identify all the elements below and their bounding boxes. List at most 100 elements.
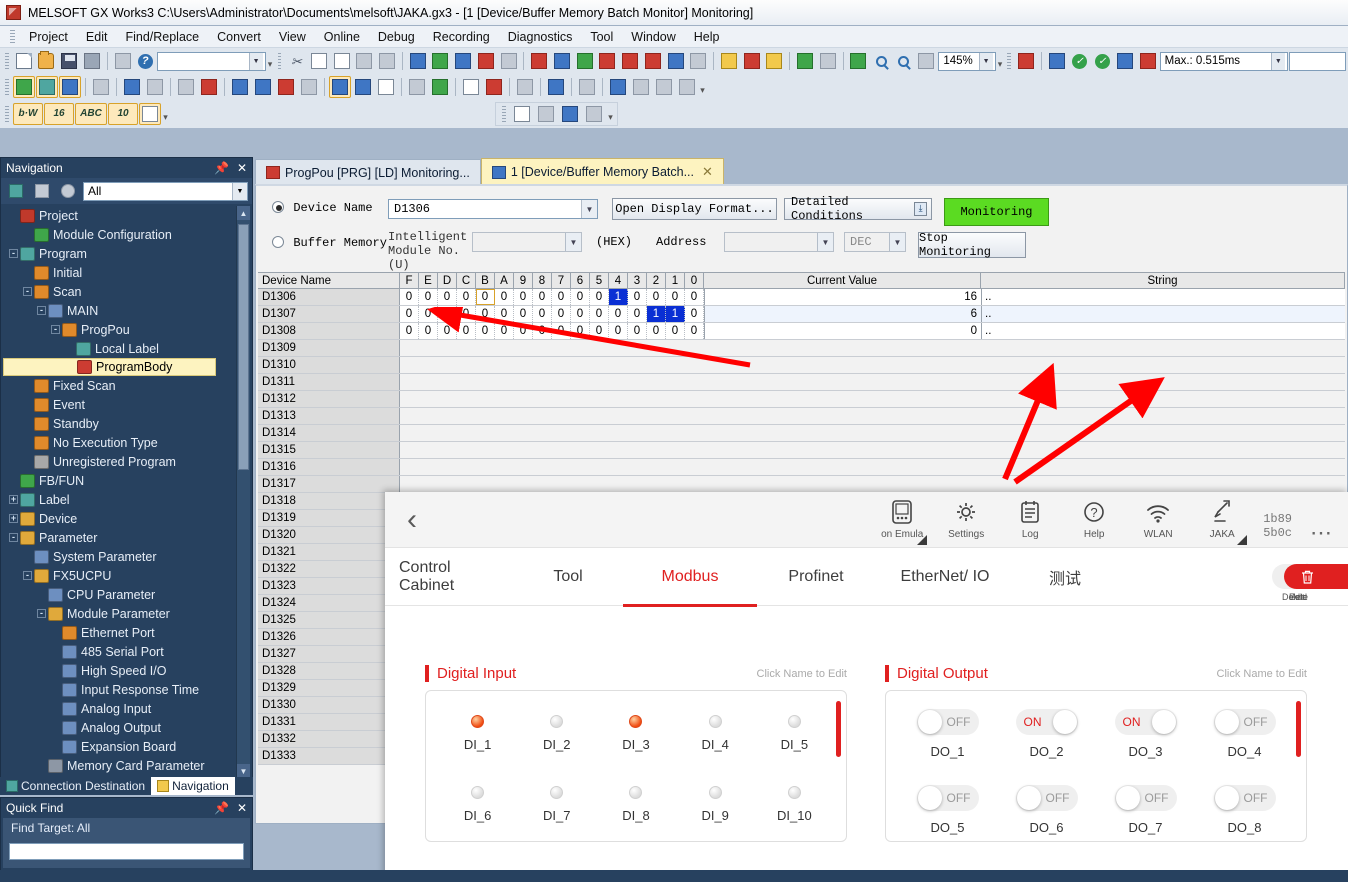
bit-cell[interactable]: 0 — [400, 289, 419, 305]
menu-help[interactable]: Help — [685, 28, 729, 46]
table-row[interactable]: D1306000000000001000016.. — [258, 289, 1345, 306]
digital-input-label[interactable]: DI_2 — [543, 737, 570, 752]
output-toggle[interactable]: OFF — [1214, 709, 1276, 735]
bit-cell[interactable]: 0 — [552, 289, 571, 305]
digital-input-label[interactable]: DI_6 — [464, 808, 491, 823]
bit-cell[interactable]: 0 — [438, 323, 457, 339]
bit-cell[interactable]: 0 — [647, 323, 666, 339]
row-bits[interactable]: 0000000000010000 — [400, 289, 705, 305]
bit-cell[interactable]: 0 — [514, 323, 533, 339]
digital-input-label[interactable]: DI_4 — [701, 737, 728, 752]
tree-twisty[interactable]: - — [35, 304, 48, 317]
menu-convert[interactable]: Convert — [208, 28, 270, 46]
delete-button[interactable]: Delete — [1290, 569, 1324, 585]
bit-cell[interactable]: 0 — [476, 289, 495, 305]
chevron-double-down-icon[interactable]: ⤓ — [914, 202, 927, 216]
toolbar-grip-5[interactable] — [5, 106, 9, 122]
tree-item-event[interactable]: Event — [3, 395, 250, 414]
tab-test[interactable]: 测试 — [1015, 548, 1115, 606]
digital-input-item[interactable]: DI_10 — [755, 786, 834, 823]
find-target-label[interactable]: Find Target: All — [3, 821, 250, 835]
bit-cell[interactable]: 0 — [400, 323, 419, 339]
find-coil-button[interactable] — [642, 50, 664, 72]
table-row[interactable]: D1314 — [258, 425, 1345, 442]
tree-twisty[interactable]: - — [7, 247, 20, 260]
table-row[interactable]: D1316 — [258, 459, 1345, 476]
chevron-down-icon[interactable]: ▼ — [817, 233, 833, 251]
toolbar-grip-3[interactable] — [1007, 53, 1011, 69]
tree-item-input-response-time[interactable]: Input Response Time — [3, 680, 250, 699]
device-batch-button[interactable] — [452, 50, 474, 72]
tree-twisty[interactable] — [21, 417, 34, 430]
cancel-convert-button[interactable] — [1137, 50, 1159, 72]
bit-cell[interactable]: 0 — [457, 306, 476, 322]
tree-twisty[interactable] — [49, 721, 62, 734]
bit-cell[interactable]: 0 — [571, 323, 590, 339]
scroll-thumb[interactable] — [238, 224, 249, 470]
tree-item-label[interactable]: +Label — [3, 490, 250, 509]
doc-tab-progpou[interactable]: ProgPou [PRG] [LD] Monitoring... — [255, 159, 481, 185]
print-button[interactable] — [81, 50, 103, 72]
jump-prev-button[interactable] — [551, 50, 573, 72]
toolbar-overflow-4[interactable]: ▾ — [162, 105, 169, 123]
digital-input-item[interactable]: DI_5 — [755, 715, 834, 752]
address-combo[interactable]: ▼ — [724, 232, 834, 252]
redo-button[interactable] — [376, 50, 398, 72]
search-window-button[interactable] — [175, 76, 197, 98]
menu-view[interactable]: View — [270, 28, 315, 46]
module-diag-button[interactable] — [1015, 50, 1037, 72]
bit-cell[interactable]: 0 — [552, 306, 571, 322]
tree-item-module-parameter[interactable]: -Module Parameter — [3, 604, 250, 623]
toolbar-grip-4[interactable] — [5, 79, 9, 95]
chevron-down-icon[interactable]: ▼ — [889, 233, 905, 251]
table-row[interactable]: D1310 — [258, 357, 1345, 374]
bit-cell[interactable]: 0 — [571, 306, 590, 322]
float-btn-3[interactable] — [559, 103, 581, 125]
copy-button[interactable] — [308, 50, 330, 72]
toolbar-grip-2[interactable] — [278, 53, 282, 69]
chevron-down-icon[interactable]: ▼ — [249, 53, 263, 70]
watch-window-button[interactable] — [144, 76, 166, 98]
find-device-button[interactable] — [198, 76, 220, 98]
output-toggle[interactable]: OFF — [1115, 785, 1177, 811]
topbar-log[interactable]: Log — [1007, 499, 1053, 540]
digital-input-label[interactable]: DI_9 — [701, 808, 728, 823]
output-window-button[interactable] — [121, 76, 143, 98]
verify-plc-button[interactable] — [763, 50, 785, 72]
extra-combo[interactable] — [1289, 52, 1346, 71]
gear-icon[interactable] — [57, 181, 79, 201]
pin-icon[interactable]: 📌 — [214, 801, 229, 815]
bit-cell[interactable]: 0 — [438, 306, 457, 322]
digital-input-item[interactable]: DI_1 — [438, 715, 517, 752]
digital-output-item[interactable]: ONDO_3 — [1096, 709, 1195, 759]
connection-dest-button[interactable] — [36, 76, 58, 98]
bit-cell[interactable]: 0 — [647, 289, 666, 305]
tree-item-local-label[interactable]: Local Label — [3, 339, 250, 358]
bit-cell[interactable]: 0 — [685, 323, 704, 339]
tab-navigation[interactable]: Navigation — [151, 777, 235, 795]
module-config-button[interactable] — [90, 76, 112, 98]
digital-input-item[interactable]: DI_8 — [596, 786, 675, 823]
bit-cell[interactable]: 0 — [685, 289, 704, 305]
bit-cell[interactable]: 0 — [666, 289, 685, 305]
menu-tool[interactable]: Tool — [581, 28, 622, 46]
open-display-format-button[interactable]: Open Display Format... — [612, 198, 777, 220]
open-project-button[interactable] — [36, 50, 58, 72]
close-icon[interactable]: ✕ — [237, 801, 247, 815]
tree-twisty[interactable] — [49, 683, 62, 696]
bit-cell[interactable]: 0 — [438, 289, 457, 305]
chevron-down-icon[interactable]: ▼ — [232, 183, 247, 200]
digital-output-label[interactable]: DO_6 — [1030, 820, 1064, 835]
buffer-memory-radio-dot[interactable] — [272, 236, 284, 248]
tree-twisty[interactable]: - — [21, 285, 34, 298]
tree-item-fixed-scan[interactable]: Fixed Scan — [3, 376, 250, 395]
zoom-combo[interactable]: 145% ▼ — [938, 52, 995, 71]
tree-item-485-serial-port[interactable]: 485 Serial Port — [3, 642, 250, 661]
floating-toolbar-grip[interactable] — [502, 106, 506, 122]
menubar[interactable]: Project Edit Find/Replace Convert View O… — [0, 26, 1348, 48]
menu-project[interactable]: Project — [20, 28, 77, 46]
tree-twisty[interactable] — [21, 436, 34, 449]
io-assign-button[interactable] — [483, 76, 505, 98]
statement-button[interactable] — [460, 76, 482, 98]
tree-item-progpou[interactable]: -ProgPou — [3, 320, 250, 339]
